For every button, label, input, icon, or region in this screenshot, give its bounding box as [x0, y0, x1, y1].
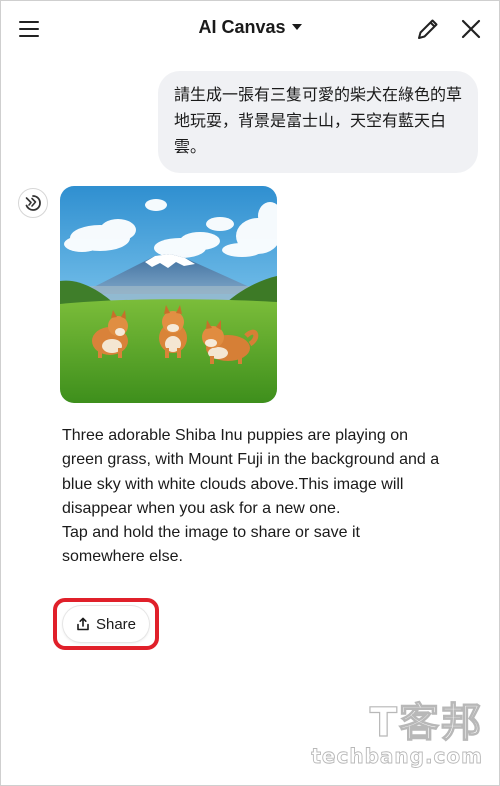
app-frame: AI Canvas 請生成一張有三隻可愛的柴犬在綠色的草地玩耍，背景是富士山，天… [0, 0, 500, 786]
close-icon[interactable] [457, 15, 485, 43]
pencil-edit-icon[interactable] [415, 16, 441, 42]
watermark-sub-text: techbang.com [311, 744, 483, 768]
response-hint: Tap and hold the image to share or save … [62, 524, 360, 566]
watermark-logo: T客邦 techbang.com [303, 700, 483, 771]
page-title: AI Canvas [198, 17, 286, 37]
caret-down-icon [291, 24, 302, 30]
ai-assistant-logo-icon [18, 188, 48, 218]
share-button[interactable]: Share [63, 606, 149, 642]
watermark-main-text: T客邦 [369, 700, 483, 746]
share-label: Share [95, 615, 137, 633]
user-message-text: 請生成一張有三隻可愛的柴犬在綠色的草地玩耍，背景是富士山，天空有藍天白雲。 [174, 87, 463, 156]
response-description: Three adorable Shiba Inu puppies are pla… [62, 427, 440, 517]
generated-image[interactable] [60, 186, 277, 403]
header: AI Canvas [1, 1, 499, 59]
user-message-bubble: 請生成一張有三隻可愛的柴犬在綠色的草地玩耍，背景是富士山，天空有藍天白雲。 [158, 71, 478, 173]
share-upload-icon [77, 617, 89, 631]
assistant-response: Three adorable Shiba Inu puppies are pla… [62, 424, 447, 570]
